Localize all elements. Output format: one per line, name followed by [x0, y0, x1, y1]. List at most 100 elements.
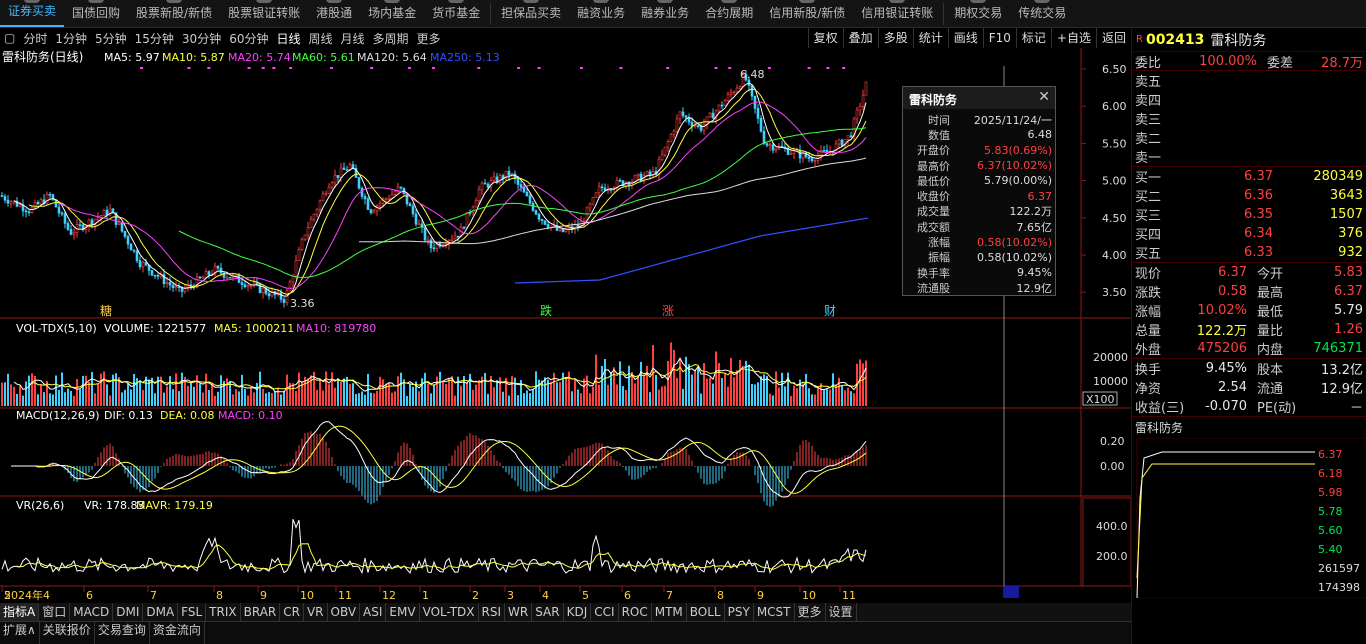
indicator-tab-13[interactable]: VOL-TDX: [420, 603, 479, 621]
stat-label: 净资: [1135, 382, 1162, 397]
period-tab-7[interactable]: 周线: [305, 30, 337, 47]
toolbar-button-8[interactable]: 返回: [1095, 28, 1131, 48]
indicator-tab-8[interactable]: CR: [280, 603, 304, 621]
period-tab-9[interactable]: 多周期: [369, 30, 413, 47]
buy-row[interactable]: 买三 6.35 1507: [1132, 205, 1366, 224]
event-mark-4[interactable]: 财: [824, 304, 836, 318]
status-tab-2[interactable]: 交易查询: [95, 622, 150, 644]
vol-axis-2: 10000: [1093, 375, 1128, 388]
indicator-tab-9[interactable]: VR: [304, 603, 328, 621]
nav-tab-14[interactable]: 传统交易: [1010, 0, 1074, 27]
indicator-tab-18[interactable]: CCI: [591, 603, 619, 621]
period-tab-4[interactable]: 30分钟: [178, 30, 225, 47]
macd-dea: DEA: 0.08: [160, 409, 214, 422]
toolbar-button-2[interactable]: 多股: [877, 28, 913, 48]
sell-row[interactable]: 卖五: [1132, 71, 1366, 90]
candle-body: [9, 201, 13, 204]
indicator-tab-6[interactable]: TRIX: [206, 603, 241, 621]
nav-tab-11[interactable]: 信用新股/新债: [761, 0, 853, 27]
period-tab-10[interactable]: 更多: [413, 30, 445, 47]
buy-row[interactable]: 买五 6.33 932: [1132, 243, 1366, 262]
nav-tab-8[interactable]: 融资业务: [569, 0, 633, 27]
indicator-tab-2[interactable]: MACD: [70, 603, 114, 621]
indicator-tab-22[interactable]: PSY: [725, 603, 754, 621]
period-tab-0[interactable]: 分时: [19, 30, 51, 47]
indicator-tab-20[interactable]: MTM: [652, 603, 687, 621]
period-tab-8[interactable]: 月线: [337, 30, 369, 47]
candle-body: [855, 109, 859, 120]
buy-label: 买二: [1135, 190, 1162, 205]
toolbar-button-6[interactable]: 标记: [1015, 28, 1051, 48]
indicator-tab-25[interactable]: 设置: [826, 603, 857, 621]
period-tab-2[interactable]: 5分钟: [91, 30, 131, 47]
indicator-tab-7[interactable]: BRAR: [241, 603, 281, 621]
toolbar-button-0[interactable]: 复权: [807, 28, 843, 48]
nav-tab-10[interactable]: 合约展期: [697, 0, 761, 27]
layout-icon[interactable]: ▢: [0, 31, 19, 45]
period-tab-3[interactable]: 15分钟: [131, 30, 178, 47]
vol-bar: [292, 383, 294, 406]
indicator-tab-21[interactable]: BOLL: [687, 603, 725, 621]
indicator-tab-23[interactable]: MCST: [754, 603, 795, 621]
candle-body: [36, 202, 40, 205]
nav-tab-7[interactable]: 担保品买卖: [493, 0, 569, 27]
nav-tab-2[interactable]: 股票新股/新债: [128, 0, 220, 27]
status-tab-3[interactable]: 资金流向: [150, 622, 205, 644]
indicator-tab-1[interactable]: 窗口: [39, 603, 71, 621]
sell-row[interactable]: 卖二: [1132, 128, 1366, 147]
indicator-tab-5[interactable]: FSL: [178, 603, 207, 621]
status-tab-0[interactable]: 扩展∧: [0, 622, 40, 644]
event-mark-2[interactable]: 跌: [540, 303, 552, 318]
buy-row[interactable]: 买二 6.36 3643: [1132, 186, 1366, 205]
event-mark-1[interactable]: 糖: [100, 303, 112, 318]
indicator-tab-3[interactable]: DMI: [113, 603, 144, 621]
indicator-tab-17[interactable]: KDJ: [564, 603, 592, 621]
nav-tab-5[interactable]: 场内基金: [360, 0, 424, 27]
indicator-tab-11[interactable]: ASI: [360, 603, 387, 621]
vol-bar: [739, 359, 741, 406]
period-tab-6[interactable]: 日线: [272, 30, 304, 47]
nav-tab-4[interactable]: 港股通: [308, 0, 360, 27]
candle-body: [165, 282, 169, 284]
sell-row[interactable]: 卖一: [1132, 147, 1366, 166]
vol-bar: [445, 384, 447, 406]
toolbar-button-7[interactable]: +自选: [1050, 28, 1096, 48]
toolbar-button-4[interactable]: 画线: [947, 28, 983, 48]
buy-row[interactable]: 买一 6.37 280349: [1132, 167, 1366, 186]
vol-bar: [535, 371, 537, 406]
buy-row[interactable]: 买四 6.34 376: [1132, 224, 1366, 243]
nav-tab-12[interactable]: 信用银证转账: [853, 0, 941, 27]
indicator-tab-16[interactable]: SAR: [532, 603, 564, 621]
close-icon[interactable]: ✕: [1038, 89, 1050, 105]
signal-dot: [272, 67, 276, 69]
status-tab-1[interactable]: 关联报价: [40, 622, 95, 644]
vol-bar: [556, 382, 558, 406]
indicator-tab-19[interactable]: ROC: [619, 603, 652, 621]
indicator-tab-12[interactable]: EMV: [386, 603, 420, 621]
indicator-tab-10[interactable]: OBV: [328, 603, 361, 621]
event-mark-3[interactable]: 涨: [662, 303, 674, 318]
nav-tab-9[interactable]: 融券业务: [633, 0, 697, 27]
sell-row[interactable]: 卖三: [1132, 109, 1366, 128]
period-tab-5[interactable]: 60分钟: [225, 30, 272, 47]
sell-row[interactable]: 卖四: [1132, 90, 1366, 109]
signal-dot: [329, 67, 333, 69]
period-tab-1[interactable]: 1分钟: [51, 30, 91, 47]
nav-tab-3[interactable]: 股票银证转账: [220, 0, 308, 27]
nav-tab-6[interactable]: 货币基金: [424, 0, 488, 27]
indicator-tab-0[interactable]: 指标A: [0, 603, 40, 621]
vol-bar: [709, 377, 711, 406]
vol-bar: [94, 393, 96, 406]
nav-tab-0[interactable]: 证券买卖: [0, 0, 65, 27]
toolbar-button-3[interactable]: 统计: [912, 28, 948, 48]
nav-tab-1[interactable]: 国债回购: [64, 0, 128, 27]
toolbar-button-1[interactable]: 叠加: [842, 28, 878, 48]
status-bar: 扩展∧ 关联报价 交易查询 资金流向: [0, 621, 1131, 644]
nav-tab-13[interactable]: 期权交易: [946, 0, 1010, 27]
indicator-tab-24[interactable]: 更多: [795, 603, 826, 621]
toolbar-button-5[interactable]: F10: [982, 28, 1016, 48]
indicator-tab-4[interactable]: DMA: [143, 603, 179, 621]
indicator-tab-14[interactable]: RSI: [479, 603, 506, 621]
indicator-tab-15[interactable]: WR: [505, 603, 533, 621]
candle-body: [864, 81, 868, 96]
